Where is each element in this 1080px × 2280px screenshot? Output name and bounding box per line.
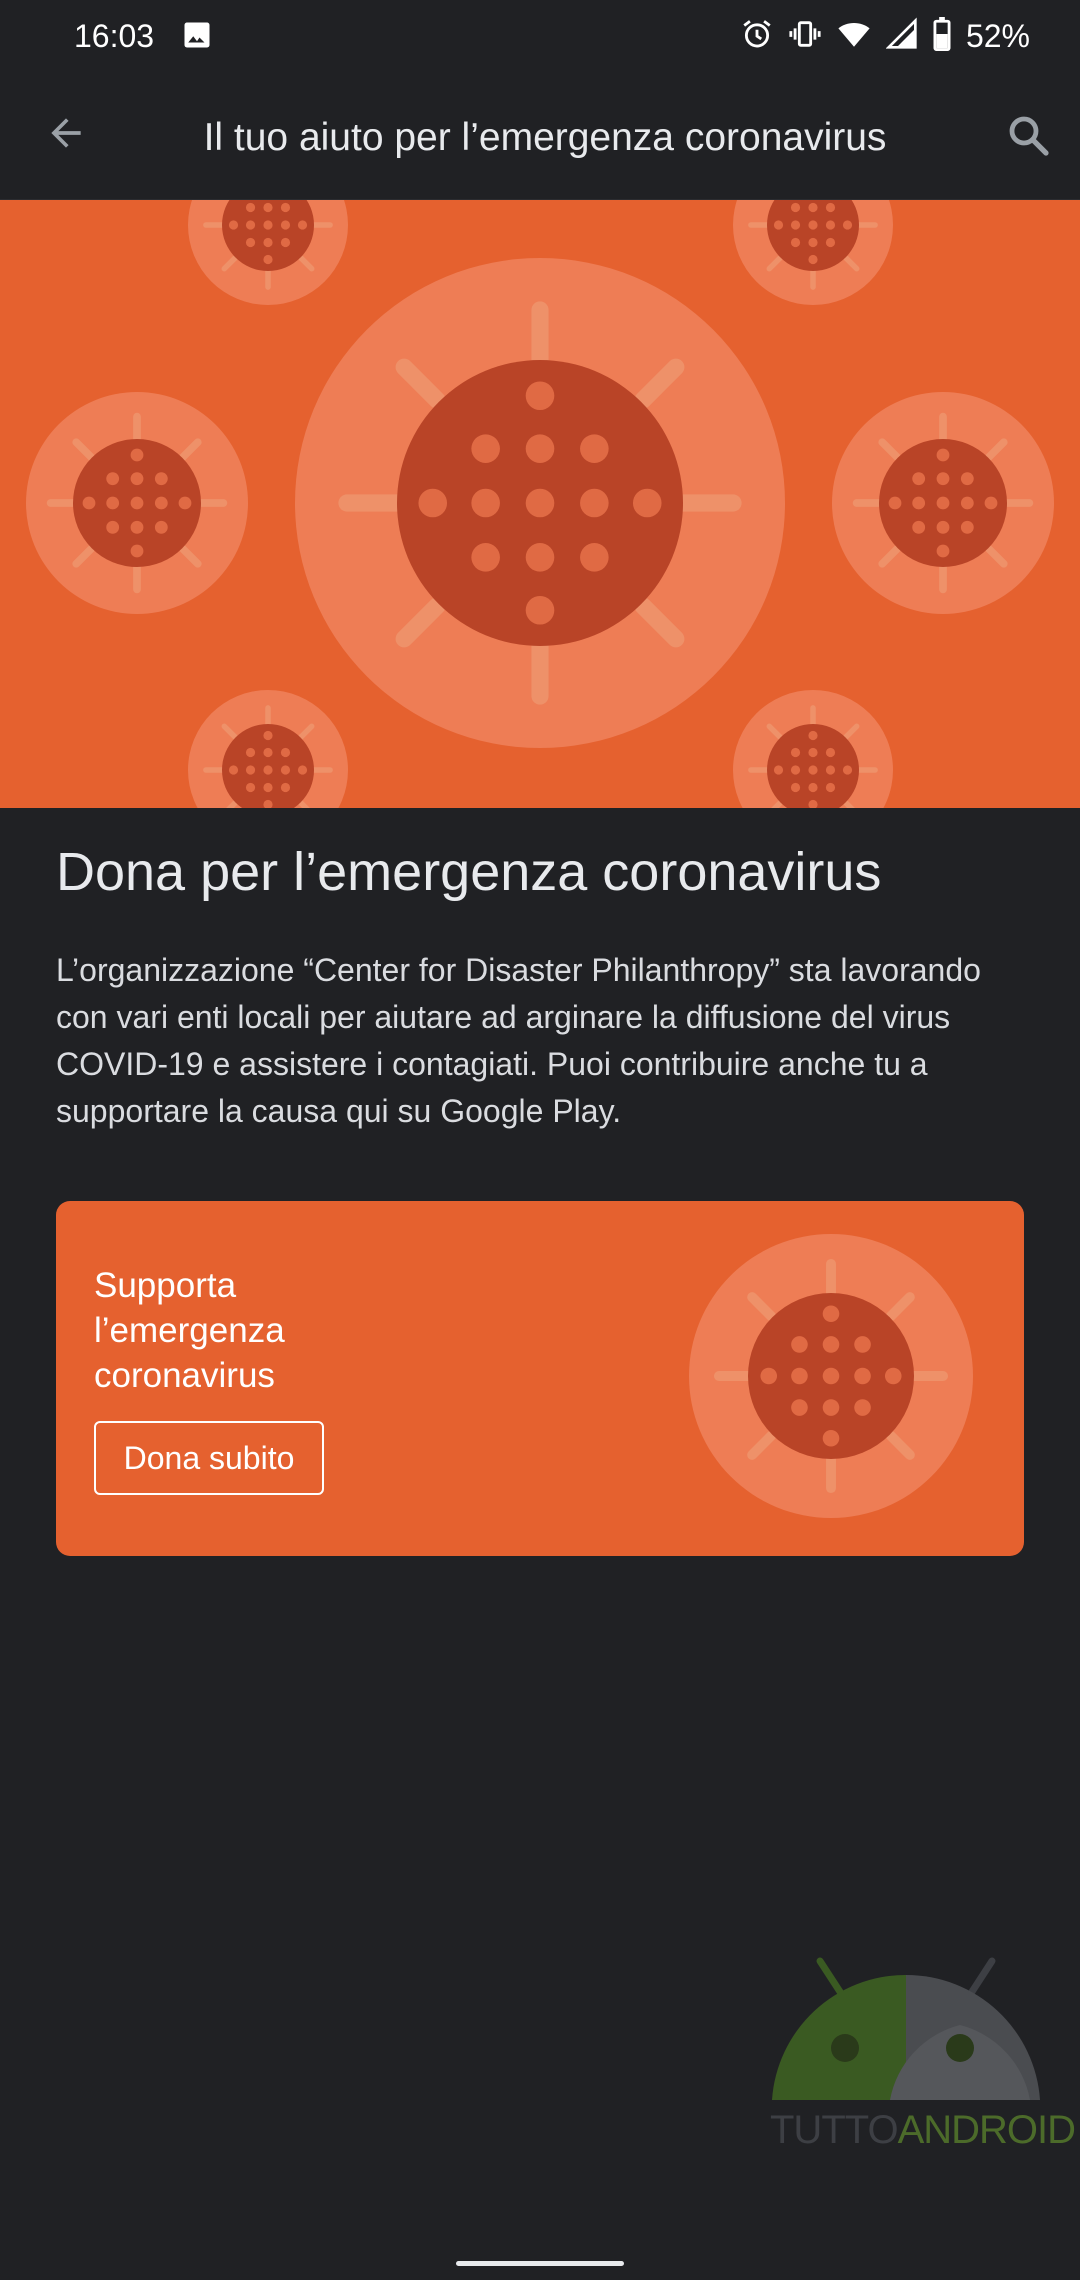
signal-icon: [885, 16, 918, 56]
search-icon: [1004, 111, 1052, 164]
vibrate-icon: [788, 17, 822, 56]
watermark-logo: TUTTOANDROID: [760, 1955, 1076, 2165]
watermark-text-part2: ANDROID: [897, 2108, 1076, 2152]
watermark-text-part1: TUTTO: [770, 2108, 899, 2152]
donation-card[interactable]: Supporta l’emergenza coronavirus Dona su…: [56, 1201, 1024, 1556]
wifi-icon: [836, 17, 872, 56]
search-button[interactable]: [996, 105, 1060, 169]
image-icon: [182, 20, 212, 55]
app-bar: Il tuo aiuto per l’emergenza coronavirus: [0, 75, 1080, 200]
status-time: 16:03: [74, 18, 155, 54]
battery-percent: 52%: [965, 18, 1030, 54]
virus-illustration: [0, 200, 1080, 808]
back-button[interactable]: [36, 105, 96, 165]
hero-banner: [0, 200, 1080, 808]
status-bar: 16:03 52%: [0, 0, 1080, 75]
watermark-text: TUTTOANDROID: [770, 2108, 1076, 2153]
headline: Dona per l’emergenza coronavirus: [56, 842, 882, 902]
gesture-nav-handle[interactable]: [456, 2261, 624, 2266]
status-icons: 52%: [740, 16, 1030, 56]
donate-now-button[interactable]: Dona subito: [94, 1421, 324, 1495]
description-text: L’organizzazione “Center for Disaster Ph…: [56, 952, 981, 1129]
card-title: Supporta l’emergenza coronavirus: [94, 1266, 285, 1395]
arrow-back-icon: [44, 111, 88, 160]
page-title: Il tuo aiuto per l’emergenza coronavirus: [203, 115, 887, 159]
battery-icon: [932, 16, 952, 56]
android-logo-icon: [772, 1957, 1040, 2100]
virus-icon: [686, 1231, 976, 1521]
alarm-icon: [740, 17, 774, 56]
